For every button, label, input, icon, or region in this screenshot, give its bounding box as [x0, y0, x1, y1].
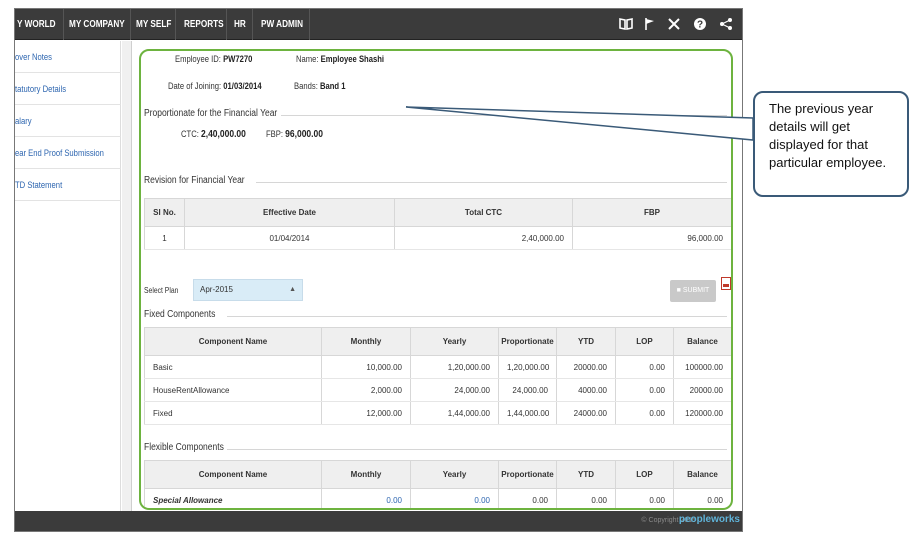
- callout-pointer: [405, 106, 754, 141]
- screenshot-stage: Y WORLD MY COMPANY MY SELF REPORTS HR PW…: [0, 0, 912, 536]
- callout-text: The previous year details will get displ…: [769, 101, 887, 170]
- callout-box: The previous year details will get displ…: [753, 91, 909, 197]
